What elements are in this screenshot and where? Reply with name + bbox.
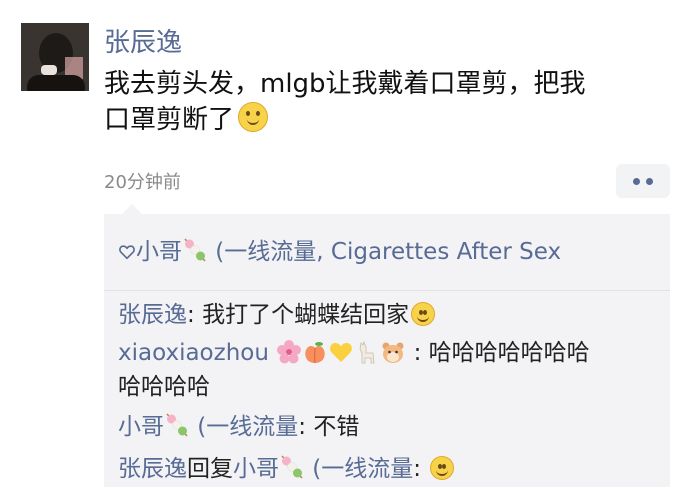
hamster-icon [382,342,404,363]
dango-icon [184,238,206,262]
cherry-blossom-icon [277,340,302,364]
post-text-line-1: 我去剪头发，mlgb让我戴着口罩剪，把我 [104,69,586,99]
dango-icon [281,455,303,479]
post-timestamp: 20分钟前 [104,172,181,193]
comment-author[interactable]: 张辰逸 [118,456,187,482]
name-emoji-group [269,340,414,366]
like-user-suffix[interactable]: (一线流量, Cigarettes After Sex [208,239,561,265]
comment-author-suffix: (一线流量 [190,414,299,440]
comment-author[interactable]: 小哥 (一线流量 [118,413,299,440]
avatar-shirt-shape [27,75,85,91]
comment-item[interactable]: 张辰逸: 我打了个蝴蝶结回家 [118,298,658,332]
more-dots-icon [633,177,640,185]
comment-separator: : [413,456,429,482]
peach-icon [305,342,325,364]
comment-author-name: 小哥 [118,414,164,440]
author-avatar[interactable] [21,23,89,91]
reply-target[interactable]: 小哥 (一线流量 [233,455,414,482]
comment-text-continued: 哈哈哈哈 [118,374,210,400]
yellow-heart-icon [330,343,353,362]
comment-separator: : [413,340,429,366]
heart-outline-icon [119,245,135,260]
likes-row: 小哥 (一线流量, Cigarettes After Sex [118,236,561,267]
likes-divider [104,290,670,291]
comment-item[interactable]: xiaoxiaozhou : 哈哈哈哈哈哈哈 哈哈哈哈 [118,336,658,404]
comment-separator: : [298,414,314,440]
llama-icon [359,340,375,364]
comment-text: 哈哈哈哈哈哈哈 [428,340,590,366]
comment-author[interactable]: xiaoxiaozhou [118,340,269,366]
smile-emoji-icon [430,456,455,480]
reply-word: 回复 [187,456,233,482]
avatar-hand-shape [41,65,57,75]
comment-text: 不错 [313,414,360,440]
comments-panel: 小哥 (一线流量, Cigarettes After Sex 张辰逸: 我打了个… [104,204,670,487]
smile-emoji-icon [238,102,269,132]
post-text-line-2: 口罩剪断了 [104,102,664,138]
reply-target-suffix: (一线流量 [305,456,414,482]
post-author-name[interactable]: 张辰逸 [104,26,182,60]
post-text: 我去剪头发，mlgb让我戴着口罩剪，把我 口罩剪断了 [104,66,664,138]
comment-item[interactable]: 小哥 (一线流量: 不错 [118,410,658,444]
comment-separator: : [187,302,203,328]
smile-emoji-icon [411,302,436,326]
dango-icon [166,413,188,437]
comment-item[interactable]: 张辰逸回复小哥 (一线流量: [118,452,658,486]
like-user-name[interactable]: 小哥 [136,239,182,265]
reply-target-name: 小哥 [233,456,279,482]
more-dots-icon [646,177,653,185]
more-options-button[interactable] [616,164,670,198]
comment-text: 我打了个蝴蝶结回家 [202,302,410,328]
comment-author[interactable]: 张辰逸 [118,302,187,328]
post-text-line-2-text: 口罩剪断了 [104,105,235,135]
